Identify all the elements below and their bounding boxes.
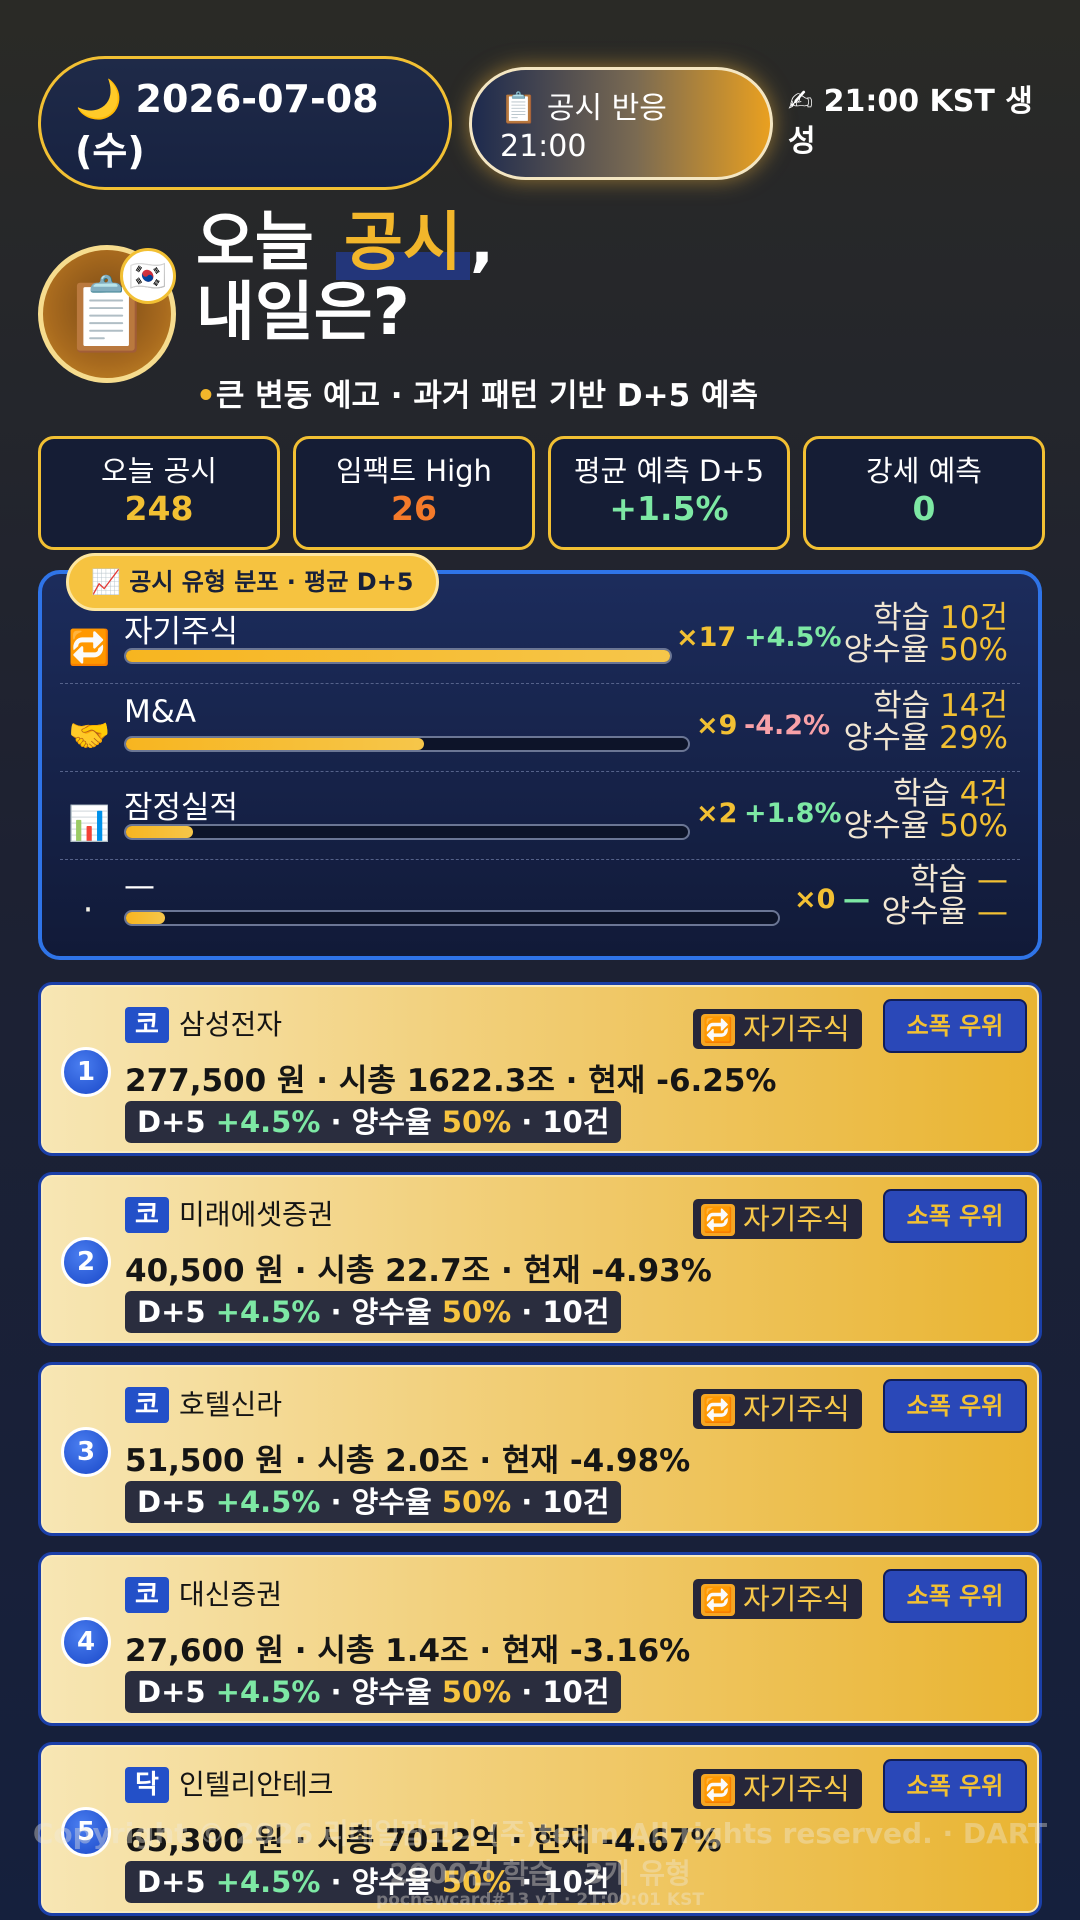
stock-summary: 277,500 원 · 시총 1622.3조 · 현재 -6.25%: [125, 1063, 777, 1099]
priority-badge: 소폭 우위: [883, 1379, 1027, 1433]
distribution-bar: [124, 736, 690, 752]
stock-name: 인텔리안테크: [179, 1768, 334, 1801]
disclosure-type-chip: 🔁 자기주식: [693, 1389, 862, 1429]
repeat-icon: 🔁: [701, 1014, 735, 1046]
d5-forecast: D+5 +4.5% · 양수율 50% · 10건: [125, 1291, 622, 1333]
disclosure-type-chip: 🔁 자기주식: [693, 1579, 862, 1619]
stat-card-avg-d5: 평균 예측 D+5 +1.5%: [548, 436, 790, 550]
stock-card[interactable]: 1 코 삼성전자 🔁 자기주식 소폭 우위 277,500 원 · 시총 1622.3조 ·…: [38, 982, 1042, 1156]
type-d5-avg: +4.5%: [744, 622, 842, 653]
repeat-icon: 🔁: [701, 1774, 735, 1806]
stock-summary: 51,500 원 · 시총 2.0조 · 현재 -4.98%: [125, 1443, 691, 1479]
type-count: ×2: [696, 798, 738, 829]
repeat-icon: 🔁: [701, 1584, 735, 1616]
stock-name: 미래에셋증권: [179, 1198, 334, 1231]
stat-label: 강세 예측: [866, 454, 982, 488]
type-learn-stats: 학습 14건 양수율 29%: [843, 688, 1008, 756]
footer-summary: 2000건 학습 · 3개 유형: [389, 1857, 691, 1890]
stat-value: 248: [124, 489, 194, 528]
priority-badge: 소폭 우위: [883, 999, 1027, 1053]
repeat-icon: 🔁: [701, 1394, 735, 1426]
stock-summary: 40,500 원 · 시총 22.7조 · 현재 -4.93%: [125, 1253, 712, 1289]
priority-badge: 소폭 우위: [883, 1759, 1027, 1813]
type-count: ×17: [676, 622, 737, 653]
page-subtitle: •큰 변동 예고 · 과거 패턴 기반 D+5 예측: [196, 378, 758, 414]
distribution-bar-fill: [126, 650, 670, 662]
disclosure-type-chip: 🔁 자기주식: [693, 1199, 862, 1239]
market-badge: 닥: [125, 1767, 169, 1803]
market-badge: 코: [125, 1577, 169, 1613]
rank-badge: 3: [61, 1427, 111, 1477]
stat-card-bullish: 강세 예측 0: [803, 436, 1045, 550]
priority-badge: 소폭 우위: [883, 1189, 1027, 1243]
type-learn-stats: 학습 10건 양수율 50%: [843, 600, 1008, 668]
type-d5-avg: -4.2%: [744, 710, 831, 741]
priority-badge: 소폭 우위: [883, 1569, 1027, 1623]
stock-name: 삼성전자: [179, 1008, 283, 1041]
market-badge: 코: [125, 1007, 169, 1043]
type-icon: ·: [82, 890, 94, 930]
stock-name: 대신증권: [179, 1578, 283, 1611]
distribution-bar: [124, 648, 672, 664]
stat-label: 오늘 공시: [101, 454, 217, 488]
type-name: —: [124, 868, 155, 904]
distribution-row: · — ×0— 학습 — 양수율 —: [60, 862, 1020, 946]
type-name: 자기주식: [124, 614, 239, 650]
repeat-icon: 🔁: [701, 1204, 735, 1236]
type-icon: 📊: [68, 804, 111, 844]
disclosure-type-chip: 🔁 자기주식: [693, 1009, 862, 1049]
stat-label: 임팩트 High: [336, 454, 492, 488]
distribution-bar-fill: [126, 826, 194, 838]
footer-build: pocnewcard#13 v1 · 21:00:01 KST: [376, 1890, 704, 1910]
stock-card[interactable]: 4 코 대신증권 🔁 자기주식 소폭 우위 27,600 원 · 시총 1.4조 · 현재 …: [38, 1552, 1042, 1726]
date-pill: 🌙 2026-07-08 (수): [38, 56, 452, 190]
distribution-row: 🤝 M&A ×9 -4.2% 학습 14건 양수율 29%: [60, 688, 1020, 772]
d5-forecast: D+5 +4.5% · 양수율 50% · 10건: [125, 1101, 622, 1143]
stock-card[interactable]: 2 코 미래에셋증권 🔁 자기주식 소폭 우위 40,500 원 · 시총 22.7조 · …: [38, 1172, 1042, 1346]
type-name: M&A: [124, 694, 197, 730]
stock-card[interactable]: 3 코 호텔신라 🔁 자기주식 소폭 우위 51,500 원 · 시총 2.0조 · 현재 …: [38, 1362, 1042, 1536]
stock-name: 호텔신라: [179, 1388, 283, 1421]
market-badge: 코: [125, 1387, 169, 1423]
rank-badge: 2: [61, 1237, 111, 1287]
distribution-bar: [124, 910, 780, 926]
type-learn-stats: 학습 4건 양수율 50%: [843, 776, 1008, 844]
type-icon: 🤝: [68, 716, 111, 756]
type-count: ×0: [794, 884, 836, 915]
d5-forecast: D+5 +4.5% · 양수율 50% · 10건: [125, 1671, 622, 1713]
distribution-bar-fill: [126, 912, 166, 924]
event-time-pill[interactable]: 📋 공시 반응 21:00: [469, 67, 773, 180]
d5-forecast: D+5 +4.5% · 양수율 50% · 10건: [125, 1481, 622, 1523]
stat-value: 0: [912, 489, 936, 528]
stock-summary: 27,600 원 · 시총 1.4조 · 현재 -3.16%: [125, 1633, 691, 1669]
rank-badge: 1: [61, 1047, 111, 1097]
type-name: 잠정실적: [124, 790, 239, 826]
stat-value: 26: [391, 489, 437, 528]
type-d5-avg: —: [843, 884, 870, 915]
market-badge: 코: [125, 1197, 169, 1233]
type-d5-avg: +1.8%: [744, 798, 842, 829]
distribution-bar: [124, 824, 690, 840]
page-title: 오늘 공시, 내일은?: [196, 206, 495, 350]
rank-badge: 4: [61, 1617, 111, 1667]
disclosure-type-chip: 🔁 자기주식: [693, 1769, 862, 1809]
footer-copyright: Copyright © 2026 리테일팝코니 (주)team All righ…: [32, 1817, 1048, 1850]
event-label: 📋 공시 반응: [500, 91, 667, 126]
title-highlight: 공시: [336, 206, 470, 280]
stat-label: 평균 예측 D+5: [573, 454, 765, 488]
stat-card-impact: 임팩트 High 26: [293, 436, 535, 550]
type-icon: 🔁: [68, 628, 111, 668]
distribution-row: 📊 잠정실적 ×2 +1.8% 학습 4건 양수율 50%: [60, 776, 1020, 860]
distribution-bar-fill: [126, 738, 424, 750]
stat-card-today: 오늘 공시 248: [38, 436, 280, 550]
korea-flag-icon: 🇰🇷: [120, 248, 176, 304]
type-learn-stats: 학습 — 양수율 —: [881, 862, 1008, 930]
event-time: 21:00: [500, 129, 587, 164]
distribution-row: 🔁 자기주식 ×17 +4.5% 학습 10건 양수율 50%: [60, 600, 1020, 684]
type-count: ×9: [696, 710, 738, 741]
generated-time: ✍ 21:00 KST 생성: [788, 84, 1033, 159]
stat-value: +1.5%: [609, 489, 729, 528]
